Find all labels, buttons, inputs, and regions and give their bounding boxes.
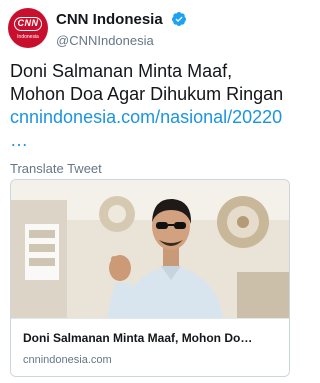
card-domain: cnnindonesia.com: [23, 354, 112, 366]
display-name[interactable]: CNN Indonesia: [56, 11, 163, 29]
tweet-text-line: Mohon Doa Agar Dihukum Ringan: [10, 84, 284, 104]
link-preview-card[interactable]: Doni Salmanan Minta Maaf, Mohon Do… cnni…: [10, 179, 290, 377]
translate-tweet-link[interactable]: Translate Tweet: [10, 161, 102, 177]
tweet-link-ellipsis[interactable]: …: [10, 129, 292, 152]
cnn-logo-subtitle: Indonesia: [17, 34, 39, 40]
card-title[interactable]: Doni Salmanan Minta Maaf, Mohon Do…: [23, 331, 279, 346]
tweet: CNN Indonesia CNN Indonesia @CNNIndonesi…: [0, 0, 298, 383]
tweet-text: Doni Salmanan Minta Maaf, Mohon Doa Agar…: [10, 60, 292, 152]
tweet-text-line: Doni Salmanan Minta Maaf,: [10, 61, 233, 81]
avatar[interactable]: CNN Indonesia: [8, 8, 48, 48]
cnn-logo: CNN: [14, 17, 42, 31]
account-info: CNN Indonesia @CNNIndonesia: [56, 11, 187, 49]
card-footer[interactable]: Doni Salmanan Minta Maaf, Mohon Do… cnni…: [11, 318, 289, 376]
tweet-link[interactable]: cnnindonesia.com/nasional/20220: [10, 106, 292, 129]
verified-badge-icon: [172, 12, 187, 26]
handle[interactable]: @CNNIndonesia: [56, 33, 187, 49]
card-image[interactable]: [11, 180, 289, 318]
